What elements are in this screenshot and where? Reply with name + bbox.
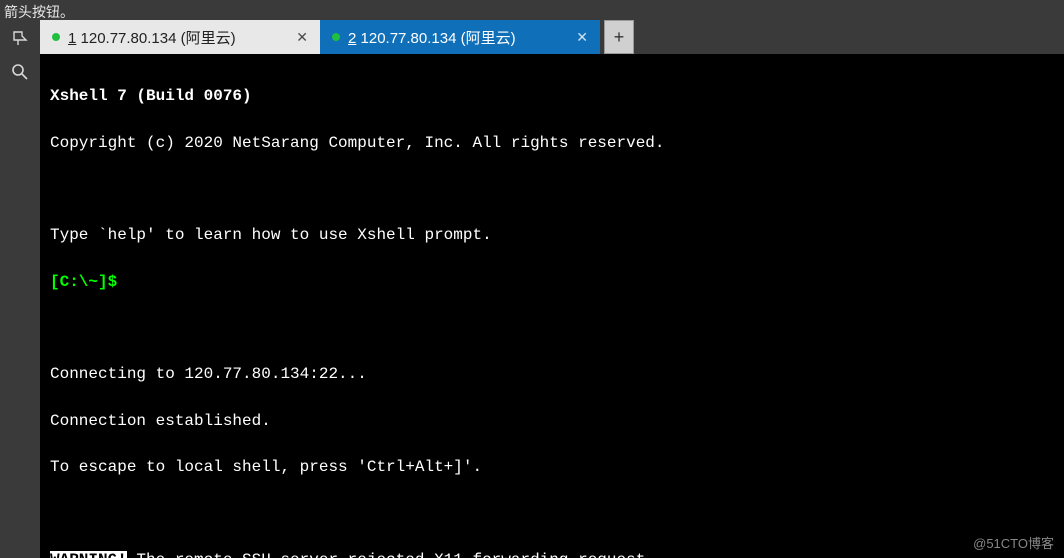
close-icon[interactable]: ✕	[296, 29, 308, 46]
terminal-line	[50, 503, 1054, 526]
status-dot-icon	[332, 33, 340, 41]
terminal-line: Copyright (c) 2020 NetSarang Computer, I…	[50, 132, 1054, 155]
watermark: @51CTO博客	[973, 533, 1054, 552]
main-row: 1 120.77.80.134 (阿里云) ✕ 2 120.77.80.134 …	[0, 20, 1064, 558]
tab-strip: 1 120.77.80.134 (阿里云) ✕ 2 120.77.80.134 …	[40, 20, 1064, 54]
terminal-line: To escape to local shell, press 'Ctrl+Al…	[50, 456, 1054, 479]
tab-label: 2 120.77.80.134 (阿里云)	[348, 27, 516, 48]
content-column: 1 120.77.80.134 (阿里云) ✕ 2 120.77.80.134 …	[40, 20, 1064, 558]
tab-label: 1 120.77.80.134 (阿里云)	[68, 27, 236, 48]
terminal-line: Type `help' to learn how to use Xshell p…	[50, 224, 1054, 247]
status-dot-icon	[52, 33, 60, 41]
pin-icon[interactable]	[6, 26, 34, 50]
terminal-line: WARNING! The remote SSH server rejected …	[50, 549, 1054, 558]
terminal-line: Connection established.	[50, 410, 1054, 433]
search-icon[interactable]	[6, 60, 34, 84]
tab-session-1[interactable]: 1 120.77.80.134 (阿里云) ✕	[40, 20, 320, 54]
left-sidebar	[0, 20, 40, 558]
terminal-line: Xshell 7 (Build 0076)	[50, 85, 1054, 108]
terminal-line: [C:\~]$	[50, 271, 1054, 294]
close-icon[interactable]: ✕	[576, 29, 588, 46]
terminal-line	[50, 317, 1054, 340]
add-tab-button[interactable]: +	[604, 20, 634, 54]
terminal-line: Connecting to 120.77.80.134:22...	[50, 363, 1054, 386]
terminal-line	[50, 178, 1054, 201]
terminal-output[interactable]: Xshell 7 (Build 0076) Copyright (c) 2020…	[40, 54, 1064, 558]
tab-session-2[interactable]: 2 120.77.80.134 (阿里云) ✕	[320, 20, 600, 54]
top-hint-text: 箭头按钮。	[0, 0, 1064, 20]
